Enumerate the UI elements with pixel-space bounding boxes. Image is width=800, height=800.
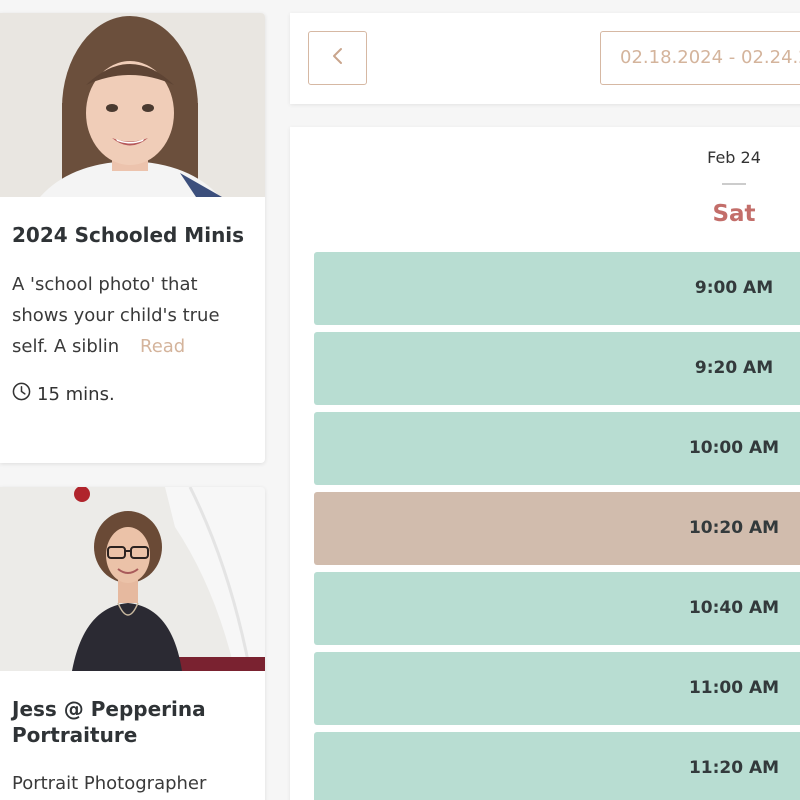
time-slot-label: 11:20 AM: [688, 758, 780, 778]
time-slot-label: 9:20 AM: [694, 358, 774, 378]
child-portrait-photo: [0, 13, 265, 197]
card-title: 2024 Schooled Minis: [12, 223, 245, 247]
photographer-portrait-photo: [0, 487, 265, 671]
time-slot-label: 9:00 AM: [694, 278, 774, 298]
time-slot[interactable]: 11:00 AM: [314, 652, 800, 725]
day-name: Sat: [712, 201, 756, 227]
service-card-schooled-minis[interactable]: 2024 Schooled Minis A 'school photo' tha…: [0, 13, 265, 463]
time-slot[interactable]: 9:20 AM: [314, 332, 800, 405]
previous-week-button[interactable]: [308, 31, 367, 85]
duration-label: 15 mins.: [37, 383, 115, 405]
time-slot-list: 9:00 AM 9:20 AM 10:00 AM 10:20 AM 10:40 …: [314, 252, 800, 800]
day-divider: [722, 183, 746, 185]
service-card-jess[interactable]: Jess @ Pepperina Portraiture Portrait Ph…: [0, 487, 265, 800]
time-slot[interactable]: 9:00 AM: [314, 252, 800, 325]
time-slot-label: 11:00 AM: [688, 678, 780, 698]
time-slot[interactable]: 11:20 AM: [314, 732, 800, 800]
calendar-panel: Feb 24 Sat 9:00 AM 9:20 AM 10:00 AM 10:2…: [290, 127, 800, 800]
clock-icon: [12, 382, 31, 406]
time-slot-label: 10:00 AM: [688, 438, 780, 458]
chevron-left-icon: [331, 46, 345, 70]
read-more-link[interactable]: Read more: [128, 331, 265, 362]
date-toolbar: 02.18.2024 - 02.24.2024: [290, 13, 800, 104]
time-slot-label: 10:40 AM: [688, 598, 780, 618]
card-description: A 'school photo' that shows your child's…: [0, 269, 265, 362]
day-date: Feb 24: [707, 148, 761, 167]
time-slot-label: 10:20 AM: [688, 518, 780, 538]
time-slot[interactable]: 10:00 AM: [314, 412, 800, 485]
card-title: Jess @ Pepperina Portraiture: [12, 697, 206, 747]
time-slot-selected[interactable]: 10:20 AM: [314, 492, 800, 565]
duration: 15 mins.: [0, 382, 265, 406]
date-range-picker[interactable]: 02.18.2024 - 02.24.2024: [600, 31, 800, 85]
card-description: Portrait Photographer: [12, 773, 207, 794]
time-slot[interactable]: 10:40 AM: [314, 572, 800, 645]
